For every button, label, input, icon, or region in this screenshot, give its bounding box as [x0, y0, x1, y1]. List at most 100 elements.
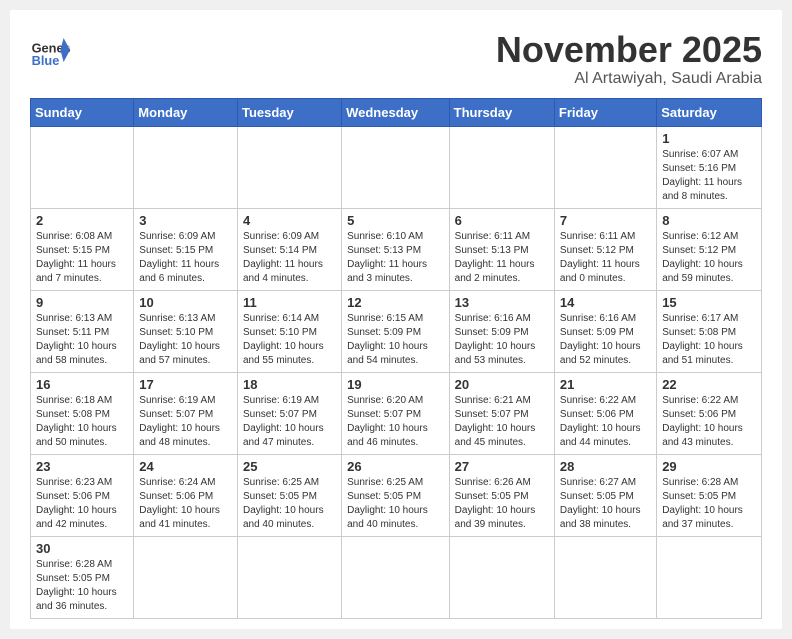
calendar-header-friday: Friday: [554, 98, 656, 126]
calendar-cell: 18 Sunrise: 6:19 AM Sunset: 5:07 PM Dayli…: [237, 372, 341, 454]
calendar-header-sunday: Sunday: [31, 98, 134, 126]
day-info: Sunrise: 6:22 AM Sunset: 5:06 PM Dayligh…: [662, 394, 756, 450]
day-info: Sunrise: 6:25 AM Sunset: 5:05 PM Dayligh…: [347, 476, 444, 532]
day-number: 15: [662, 295, 756, 310]
day-info: Sunrise: 6:28 AM Sunset: 5:05 PM Dayligh…: [36, 558, 128, 614]
calendar-cell: [657, 536, 762, 618]
day-info: Sunrise: 6:17 AM Sunset: 5:08 PM Dayligh…: [662, 312, 756, 368]
day-info: Sunrise: 6:16 AM Sunset: 5:09 PM Dayligh…: [560, 312, 651, 368]
day-info: Sunrise: 6:19 AM Sunset: 5:07 PM Dayligh…: [139, 394, 232, 450]
day-info: Sunrise: 6:28 AM Sunset: 5:05 PM Dayligh…: [662, 476, 756, 532]
calendar-cell: 23 Sunrise: 6:23 AM Sunset: 5:06 PM Dayli…: [31, 454, 134, 536]
day-info: Sunrise: 6:16 AM Sunset: 5:09 PM Dayligh…: [455, 312, 549, 368]
day-number: 22: [662, 377, 756, 392]
day-info: Sunrise: 6:13 AM Sunset: 5:11 PM Dayligh…: [36, 312, 128, 368]
calendar-week-6: 30Sunrise: 6:28 AM Sunset: 5:05 PM Dayli…: [31, 536, 762, 618]
day-number: 6: [455, 213, 549, 228]
calendar-cell: 13 Sunrise: 6:16 AM Sunset: 5:09 PM Dayli…: [449, 290, 554, 372]
calendar-cell: 27 Sunrise: 6:26 AM Sunset: 5:05 PM Dayli…: [449, 454, 554, 536]
calendar-cell: 15 Sunrise: 6:17 AM Sunset: 5:08 PM Dayli…: [657, 290, 762, 372]
day-number: 12: [347, 295, 444, 310]
day-info: Sunrise: 6:25 AM Sunset: 5:05 PM Dayligh…: [243, 476, 336, 532]
header: General Blue November 2025 Al Artawiyah,…: [30, 30, 762, 88]
day-info: Sunrise: 6:26 AM Sunset: 5:05 PM Dayligh…: [455, 476, 549, 532]
day-number: 18: [243, 377, 336, 392]
calendar-cell: [342, 126, 450, 208]
calendar-cell: 30Sunrise: 6:28 AM Sunset: 5:05 PM Dayli…: [31, 536, 134, 618]
day-number: 2: [36, 213, 128, 228]
day-info: Sunrise: 6:13 AM Sunset: 5:10 PM Dayligh…: [139, 312, 232, 368]
day-info: Sunrise: 6:12 AM Sunset: 5:12 PM Dayligh…: [662, 230, 756, 286]
day-info: Sunrise: 6:27 AM Sunset: 5:05 PM Dayligh…: [560, 476, 651, 532]
location: Al Artawiyah, Saudi Arabia: [496, 70, 762, 88]
calendar-cell: 26 Sunrise: 6:25 AM Sunset: 5:05 PM Dayli…: [342, 454, 450, 536]
calendar-cell: [342, 536, 450, 618]
calendar-cell: [449, 126, 554, 208]
calendar-cell: 5 Sunrise: 6:10 AM Sunset: 5:13 PM Daylig…: [342, 208, 450, 290]
calendar-cell: 2 Sunrise: 6:08 AM Sunset: 5:15 PM Daylig…: [31, 208, 134, 290]
day-number: 21: [560, 377, 651, 392]
day-number: 7: [560, 213, 651, 228]
day-info: Sunrise: 6:14 AM Sunset: 5:10 PM Dayligh…: [243, 312, 336, 368]
calendar-cell: 16 Sunrise: 6:18 AM Sunset: 5:08 PM Dayli…: [31, 372, 134, 454]
day-info: Sunrise: 6:19 AM Sunset: 5:07 PM Dayligh…: [243, 394, 336, 450]
day-number: 17: [139, 377, 232, 392]
calendar-cell: [449, 536, 554, 618]
day-info: Sunrise: 6:24 AM Sunset: 5:06 PM Dayligh…: [139, 476, 232, 532]
calendar-cell: [31, 126, 134, 208]
calendar-week-4: 16 Sunrise: 6:18 AM Sunset: 5:08 PM Dayli…: [31, 372, 762, 454]
calendar-cell: 9 Sunrise: 6:13 AM Sunset: 5:11 PM Daylig…: [31, 290, 134, 372]
calendar-cell: 14Sunrise: 6:16 AM Sunset: 5:09 PM Dayli…: [554, 290, 656, 372]
calendar-header-saturday: Saturday: [657, 98, 762, 126]
calendar-header-wednesday: Wednesday: [342, 98, 450, 126]
day-info: Sunrise: 6:07 AM Sunset: 5:16 PM Dayligh…: [662, 148, 756, 204]
calendar-cell: 22 Sunrise: 6:22 AM Sunset: 5:06 PM Dayli…: [657, 372, 762, 454]
day-info: Sunrise: 6:22 AM Sunset: 5:06 PM Dayligh…: [560, 394, 651, 450]
calendar-week-2: 2 Sunrise: 6:08 AM Sunset: 5:15 PM Daylig…: [31, 208, 762, 290]
day-number: 26: [347, 459, 444, 474]
calendar-cell: 21 Sunrise: 6:22 AM Sunset: 5:06 PM Dayli…: [554, 372, 656, 454]
calendar-page: General Blue November 2025 Al Artawiyah,…: [10, 10, 782, 629]
day-number: 1: [662, 131, 756, 146]
calendar-week-3: 9 Sunrise: 6:13 AM Sunset: 5:11 PM Daylig…: [31, 290, 762, 372]
day-number: 9: [36, 295, 128, 310]
day-number: 10: [139, 295, 232, 310]
calendar-header-tuesday: Tuesday: [237, 98, 341, 126]
calendar-table: SundayMondayTuesdayWednesdayThursdayFrid…: [30, 98, 762, 619]
calendar-cell: 24Sunrise: 6:24 AM Sunset: 5:06 PM Dayli…: [134, 454, 238, 536]
day-info: Sunrise: 6:23 AM Sunset: 5:06 PM Dayligh…: [36, 476, 128, 532]
day-info: Sunrise: 6:09 AM Sunset: 5:14 PM Dayligh…: [243, 230, 336, 286]
calendar-cell: 4 Sunrise: 6:09 AM Sunset: 5:14 PM Daylig…: [237, 208, 341, 290]
calendar-header-thursday: Thursday: [449, 98, 554, 126]
day-info: Sunrise: 6:08 AM Sunset: 5:15 PM Dayligh…: [36, 230, 128, 286]
calendar-cell: [554, 536, 656, 618]
day-number: 5: [347, 213, 444, 228]
day-info: Sunrise: 6:11 AM Sunset: 5:13 PM Dayligh…: [455, 230, 549, 286]
calendar-cell: 10 Sunrise: 6:13 AM Sunset: 5:10 PM Dayli…: [134, 290, 238, 372]
calendar-week-1: 1 Sunrise: 6:07 AM Sunset: 5:16 PM Daylig…: [31, 126, 762, 208]
calendar-cell: 29Sunrise: 6:28 AM Sunset: 5:05 PM Dayli…: [657, 454, 762, 536]
logo-icon: General Blue: [30, 30, 70, 70]
calendar-cell: 17 Sunrise: 6:19 AM Sunset: 5:07 PM Dayli…: [134, 372, 238, 454]
day-number: 16: [36, 377, 128, 392]
calendar-cell: [134, 536, 238, 618]
day-number: 8: [662, 213, 756, 228]
day-number: 4: [243, 213, 336, 228]
day-info: Sunrise: 6:18 AM Sunset: 5:08 PM Dayligh…: [36, 394, 128, 450]
day-info: Sunrise: 6:21 AM Sunset: 5:07 PM Dayligh…: [455, 394, 549, 450]
calendar-cell: 3Sunrise: 6:09 AM Sunset: 5:15 PM Daylig…: [134, 208, 238, 290]
calendar-cell: 1 Sunrise: 6:07 AM Sunset: 5:16 PM Daylig…: [657, 126, 762, 208]
calendar-cell: 11 Sunrise: 6:14 AM Sunset: 5:10 PM Dayli…: [237, 290, 341, 372]
day-number: 23: [36, 459, 128, 474]
day-number: 13: [455, 295, 549, 310]
day-number: 27: [455, 459, 549, 474]
calendar-cell: 12Sunrise: 6:15 AM Sunset: 5:09 PM Dayli…: [342, 290, 450, 372]
calendar-cell: 28 Sunrise: 6:27 AM Sunset: 5:05 PM Dayli…: [554, 454, 656, 536]
day-info: Sunrise: 6:10 AM Sunset: 5:13 PM Dayligh…: [347, 230, 444, 286]
calendar-cell: 6 Sunrise: 6:11 AM Sunset: 5:13 PM Daylig…: [449, 208, 554, 290]
month-title: November 2025: [496, 30, 762, 70]
day-number: 25: [243, 459, 336, 474]
day-number: 28: [560, 459, 651, 474]
day-number: 20: [455, 377, 549, 392]
day-number: 11: [243, 295, 336, 310]
